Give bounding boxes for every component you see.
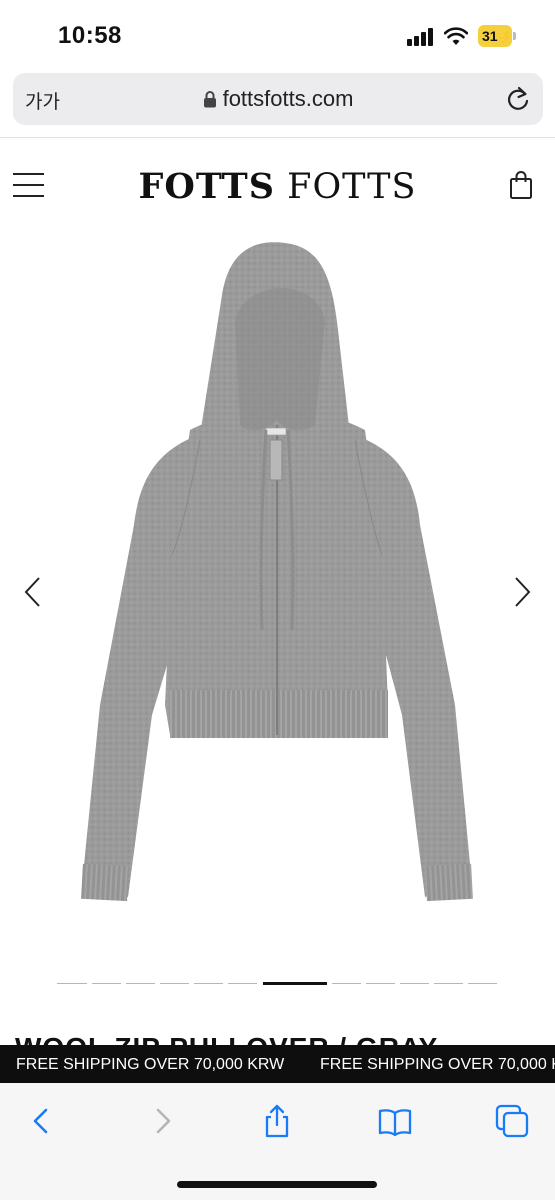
carousel-dot[interactable] <box>92 983 121 984</box>
bookmarks-icon[interactable] <box>377 1103 413 1139</box>
logo-word-1: FOTTS <box>138 166 276 207</box>
forward-icon[interactable] <box>144 1103 180 1139</box>
logo-word-2: FOTTS <box>287 167 417 207</box>
wifi-icon <box>444 27 468 45</box>
battery-icon: 31⚡ <box>478 25 516 47</box>
carousel-dot[interactable] <box>400 983 429 984</box>
shopping-bag-icon[interactable] <box>509 170 533 200</box>
carousel-dot[interactable] <box>366 983 395 984</box>
carousel-dot[interactable] <box>126 983 155 984</box>
share-icon[interactable] <box>259 1103 295 1139</box>
product-image[interactable] <box>70 235 485 925</box>
home-indicator <box>177 1181 377 1188</box>
back-icon[interactable] <box>24 1103 60 1139</box>
lock-icon <box>203 91 216 108</box>
carousel-dot[interactable] <box>468 983 497 984</box>
carousel-dot[interactable] <box>160 983 189 984</box>
carousel-dot-active[interactable] <box>263 982 327 985</box>
battery-level: 31 <box>482 28 498 44</box>
shipping-text: FREE SHIPPING OVER 70,000 KRW <box>320 1056 555 1073</box>
status-bar: 10:58 31⚡ <box>0 0 555 70</box>
carousel-dot[interactable] <box>194 983 223 984</box>
divider <box>0 137 555 138</box>
carousel-dot[interactable] <box>57 983 87 984</box>
tabs-icon[interactable] <box>494 1103 530 1139</box>
brand-logo[interactable]: FOTTS FOTTS <box>0 166 555 207</box>
carousel-dot[interactable] <box>332 983 361 984</box>
url-text: fottsfotts.com <box>222 86 354 111</box>
status-time: 10:58 <box>58 22 122 49</box>
url-field[interactable]: fottsfotts.com <box>13 86 543 112</box>
cellular-signal-icon <box>407 28 435 46</box>
chevron-right-icon[interactable] <box>511 575 533 609</box>
carousel-dot[interactable] <box>228 983 257 984</box>
chevron-left-icon[interactable] <box>22 575 44 609</box>
address-bar[interactable]: 가가 fottsfotts.com <box>13 73 543 125</box>
reload-icon[interactable] <box>505 85 531 113</box>
carousel-dot[interactable] <box>434 983 463 984</box>
shipping-text: FREE SHIPPING OVER 70,000 KRW <box>16 1056 285 1073</box>
shipping-banner: FREE SHIPPING OVER 70,000 KRW FREE SHIPP… <box>0 1045 555 1083</box>
